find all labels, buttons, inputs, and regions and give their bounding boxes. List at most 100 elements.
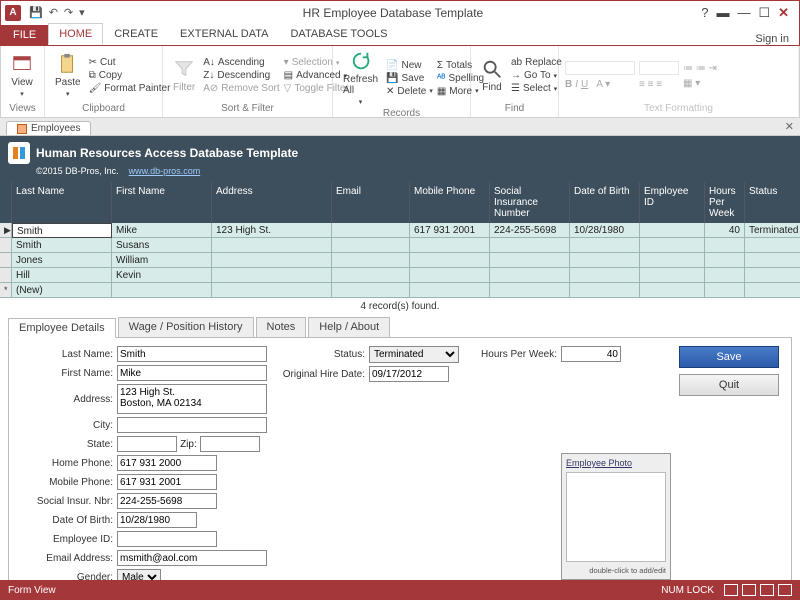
ribbon-collapse-icon[interactable]: ▬ [716,5,729,21]
copy-icon: ⧉ [89,70,96,81]
save-record-button[interactable]: 💾Save [386,73,433,84]
col-mobile[interactable]: Mobile Phone [410,182,490,223]
view-design-icon[interactable] [778,584,792,596]
mobilephone-input[interactable] [117,474,217,490]
copy-button[interactable]: ⧉Copy [89,70,171,81]
quit-button[interactable]: Quit [679,374,779,396]
state-label: State: [17,439,117,450]
tab-home[interactable]: HOME [48,23,103,45]
col-status[interactable]: Status [745,182,800,223]
vendor-url-link[interactable]: www.db-pros.com [129,166,201,176]
close-icon[interactable]: ✕ [778,5,789,21]
city-input[interactable] [117,417,267,433]
delete-record-button[interactable]: ✕Delete▾ [386,86,433,97]
sin-input[interactable] [117,493,217,509]
col-sin[interactable]: Social Insurance Number [490,182,570,223]
toggle-filter-icon: ▽ [284,83,292,94]
firstname-input[interactable] [117,365,267,381]
col-firstname[interactable]: First Name [112,182,212,223]
hpw-input[interactable] [561,346,621,362]
table-row[interactable]: *(New) [0,283,800,298]
zip-label: Zip: [180,439,197,450]
new-record-button[interactable]: 📄New [386,60,433,71]
tab-file[interactable]: FILE [1,25,48,45]
email-label: Email Address: [17,553,117,564]
statusbar: Form View NUM LOCK [0,580,800,600]
filter-icon [173,58,195,80]
col-hpw[interactable]: Hours Per Week [705,182,745,223]
sort-desc-icon: Z↓ [203,70,214,81]
cut-button[interactable]: ✂Cut [89,57,171,68]
table-row[interactable]: HillKevin [0,268,800,283]
sign-in-link[interactable]: Sign in [755,33,799,45]
homephone-input[interactable] [117,455,217,471]
window-title: HR Employee Database Template [85,6,702,20]
view-button[interactable]: View▾ [7,51,37,100]
dtab-employee-details[interactable]: Employee Details [8,318,116,338]
template-icon [8,142,30,164]
dob-input[interactable] [117,512,197,528]
filter-button[interactable]: Filter [169,56,199,95]
new-icon: 📄 [386,60,398,71]
lastname-input[interactable] [117,346,267,362]
qat-save-icon[interactable]: 💾 [29,6,43,19]
tab-create[interactable]: CREATE [103,23,169,45]
ribbon: View▾ Views Paste▾ ✂Cut ⧉Copy 🖌Format Pa… [0,46,800,118]
mobilephone-label: Mobile Phone: [17,477,117,488]
view-datasheet-icon[interactable] [742,584,756,596]
selection-button[interactable]: ▾Selection▾ [284,57,349,68]
hpw-label: Hours Per Week: [471,349,561,360]
help-icon[interactable]: ? [701,5,708,21]
col-dob[interactable]: Date of Birth [570,182,640,223]
col-lastname[interactable]: Last Name [12,182,112,223]
tab-external-data[interactable]: EXTERNAL DATA [169,23,279,45]
photo-area[interactable] [566,472,666,562]
paste-button[interactable]: Paste▾ [51,51,85,100]
status-numlock: NUM LOCK [661,585,714,596]
descending-button[interactable]: Z↓Descending [203,70,279,81]
tab-database-tools[interactable]: DATABASE TOOLS [279,23,398,45]
email-input[interactable] [117,550,267,566]
remove-sort-button[interactable]: A⊘Remove Sort [203,83,279,94]
table-row[interactable]: SmithSusans [0,238,800,253]
refresh-icon [350,50,372,72]
col-address[interactable]: Address [212,182,332,223]
view-layout-icon[interactable] [760,584,774,596]
employee-photo-box: Employee Photo double-click to add/edit [561,453,671,580]
city-label: City: [17,420,117,431]
ascending-button[interactable]: A↓Ascending [203,57,279,68]
save-button[interactable]: Save [679,346,779,368]
eid-input[interactable] [117,531,217,547]
detail-tabs: Employee Details Wage / Position History… [8,317,792,338]
col-email[interactable]: Email [332,182,410,223]
dtab-help-about[interactable]: Help / About [308,317,390,337]
table-row[interactable]: ▶SmithMike123 High St.617 931 2001224-25… [0,223,800,238]
zip-input[interactable] [200,436,260,452]
format-painter-button[interactable]: 🖌Format Painter [89,83,171,94]
address-input[interactable]: 123 High St. Boston, MA 02134 [117,384,267,414]
homephone-label: Home Phone: [17,458,117,469]
col-eid[interactable]: Employee ID [640,182,705,223]
replace-button[interactable]: abReplace [511,57,562,68]
minimize-icon[interactable]: — [737,5,750,21]
maximize-icon[interactable]: ☐ [758,5,770,21]
doc-tab-close-icon[interactable]: ✕ [785,120,794,133]
dtab-wage-history[interactable]: Wage / Position History [118,317,254,337]
detail-panel: Last Name: First Name: Address:123 High … [8,338,792,596]
hiredate-input[interactable] [369,366,449,382]
select-button[interactable]: ☰Select▾ [511,83,562,94]
qat-undo-icon[interactable]: ↶ [49,6,58,19]
view-form-icon[interactable] [724,584,738,596]
table-row[interactable]: JonesWilliam [0,253,800,268]
state-input[interactable] [117,436,177,452]
find-button[interactable]: Find [477,56,507,95]
sort-filter-group-label: Sort & Filter [169,103,326,115]
toggle-filter-button[interactable]: ▽Toggle Filter [284,83,349,94]
goto-button[interactable]: →Go To▾ [511,70,562,81]
status-form-view: Form View [8,585,56,596]
doc-tab-employees[interactable]: Employees [6,121,91,135]
photo-title: Employee Photo [566,458,666,468]
dtab-notes[interactable]: Notes [256,317,307,337]
qat-redo-icon[interactable]: ↷ [64,6,73,19]
status-select[interactable]: Terminated [369,346,459,363]
